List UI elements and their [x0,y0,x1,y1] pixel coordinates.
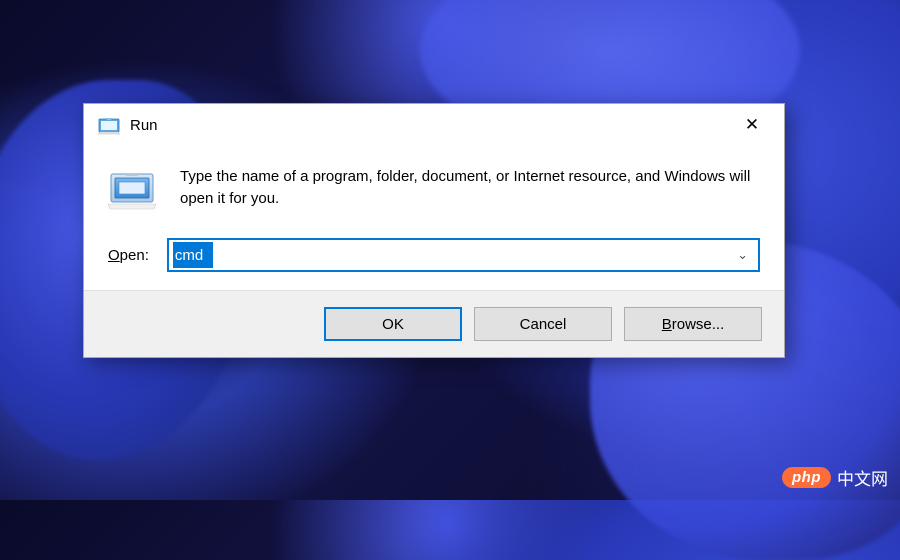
close-button[interactable]: ✕ [724,106,780,144]
button-bar: OK Cancel Browse... [84,290,784,357]
close-icon: ✕ [745,115,759,135]
watermark-text: 中文网 [837,465,888,490]
dialog-description: Type the name of a program, folder, docu… [180,166,760,210]
cancel-button[interactable]: Cancel [474,307,612,341]
dialog-title: Run [130,117,158,134]
dialog-content: Type the name of a program, folder, docu… [84,146,784,290]
browse-button[interactable]: Browse... [624,307,762,341]
run-app-icon [108,168,156,210]
run-dialog: Run ✕ [83,103,785,358]
open-label: Open: [108,247,149,264]
chevron-down-icon: ⌄ [737,247,748,263]
titlebar[interactable]: Run ✕ [84,104,784,146]
watermark-badge: php [782,467,831,488]
open-combobox[interactable]: ⌄ [167,238,760,272]
watermark: php 中文网 [782,465,888,490]
run-title-icon [98,115,120,135]
ok-button[interactable]: OK [324,307,462,341]
open-input[interactable] [173,242,213,268]
